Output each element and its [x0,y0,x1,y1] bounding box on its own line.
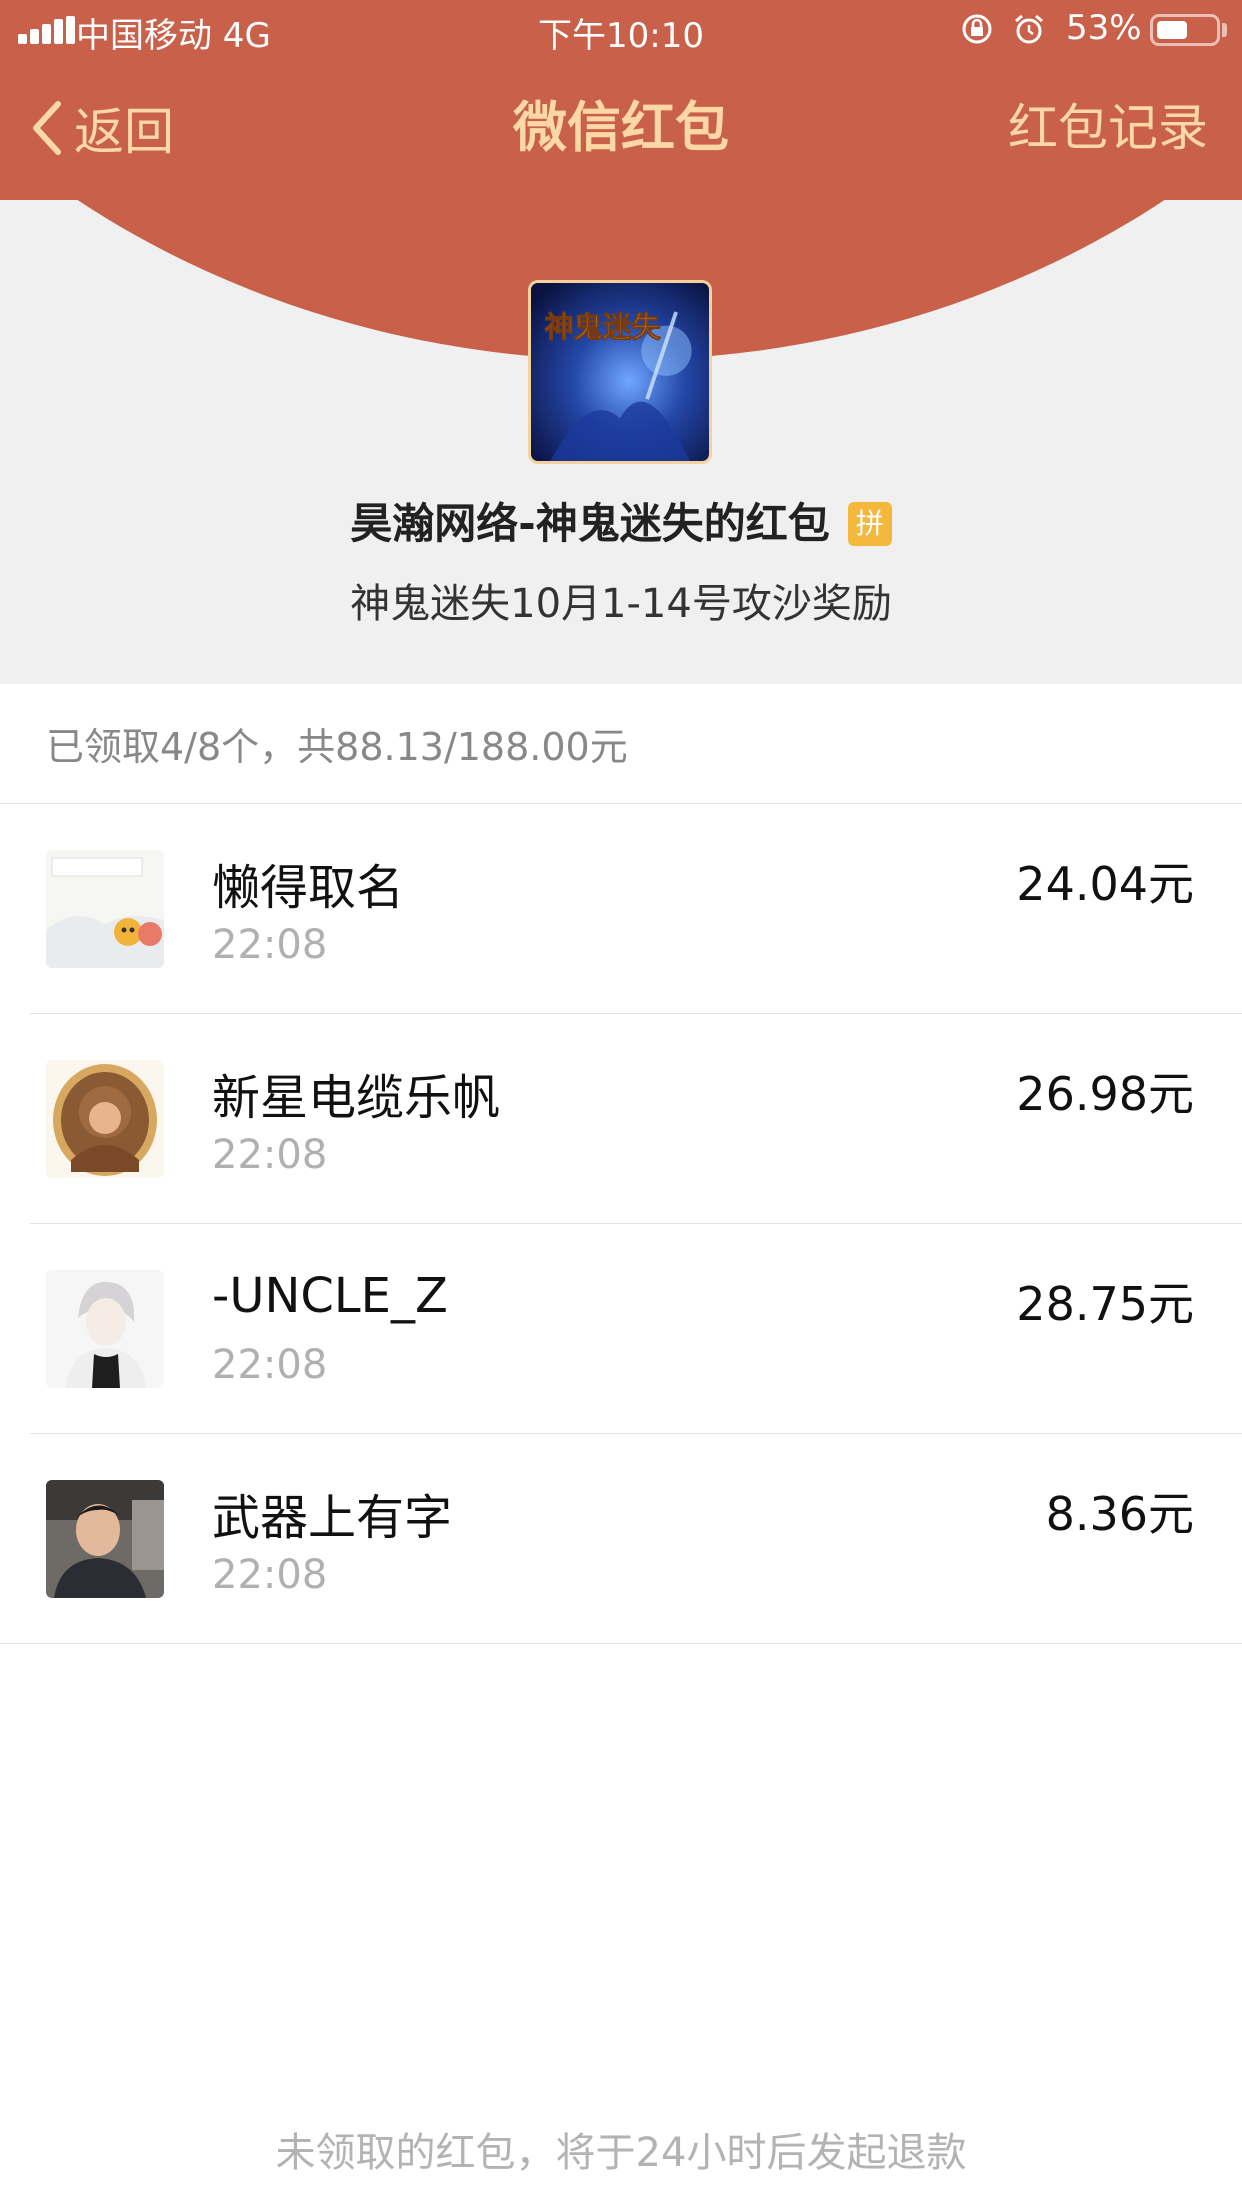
avatar[interactable] [46,1060,164,1178]
battery-icon [1150,14,1220,46]
claim-summary-text: 已领取4/8个，共88.13/188.00元 [46,725,628,769]
status-time: 下午10:10 [538,16,704,56]
list-item[interactable]: 新星电缆乐帆 22:08 26.98元 [0,1014,1242,1224]
battery-cap [1222,23,1227,37]
receive-time: 22:08 [212,922,328,968]
poster-title: 神鬼迷失 [545,310,662,344]
list-item[interactable]: 懒得取名 22:08 24.04元 [0,804,1242,1014]
packet-title-line: 昊瀚网络-神鬼迷失的红包拼 [0,496,1242,552]
avatar[interactable] [46,1270,164,1388]
receiver-name: 懒得取名 [212,860,405,916]
refund-note: 未领取的红包，将于24小时后发起退款 [275,2130,967,2176]
avatar[interactable] [46,850,164,968]
receive-time: 22:08 [212,1552,328,1598]
game-poster-image: 神鬼迷失 [531,283,709,461]
receiver-list: 懒得取名 22:08 24.04元 新星电缆乐帆 22:08 26.98元 -U… [0,804,1242,1644]
status-bar: 中国移动 4G 下午10:10 53% [0,0,1242,60]
rotation-lock-icon [962,14,992,44]
receive-time: 22:08 [212,1132,328,1178]
avatar-image-anime [46,1270,164,1388]
battery-level-fill [1157,21,1187,39]
receive-time: 22:08 [212,1342,328,1388]
receive-amount: 8.36元 [1045,1487,1194,1541]
claim-summary: 已领取4/8个，共88.13/188.00元 [0,684,1242,804]
battery-percent: 53% [1066,8,1142,48]
records-button[interactable]: 红包记录 [1008,92,1208,164]
avatar-image-baby [46,1060,164,1178]
list-item[interactable]: -UNCLE_Z 22:08 28.75元 [0,1224,1242,1434]
avatar[interactable] [46,1480,164,1598]
group-packet-badge: 拼 [847,501,892,546]
receiver-name: -UNCLE_Z [212,1268,448,1324]
receive-amount: 24.04元 [1016,857,1194,911]
receive-amount: 28.75元 [1016,1277,1194,1331]
alarm-icon [1015,14,1043,44]
sender-avatar[interactable]: 神鬼迷失 [528,280,712,464]
avatar-image-cartoon [46,850,164,968]
list-item[interactable]: 武器上有字 22:08 8.36元 [0,1434,1242,1644]
sender-title: 昊瀚网络-神鬼迷失的红包 [350,499,830,548]
divider [0,1643,1242,1644]
receive-amount: 26.98元 [1016,1067,1194,1121]
receiver-name: 武器上有字 [212,1490,453,1546]
header-hero: 中国移动 4G 下午10:10 53% 返回 微信红包 红包记录 神鬼迷失 昊瀚… [0,0,1242,684]
packet-greeting: 神鬼迷失10月1-14号攻沙奖励 [350,581,892,627]
avatar-image-photo [46,1480,164,1598]
receiver-name: 新星电缆乐帆 [212,1070,501,1126]
